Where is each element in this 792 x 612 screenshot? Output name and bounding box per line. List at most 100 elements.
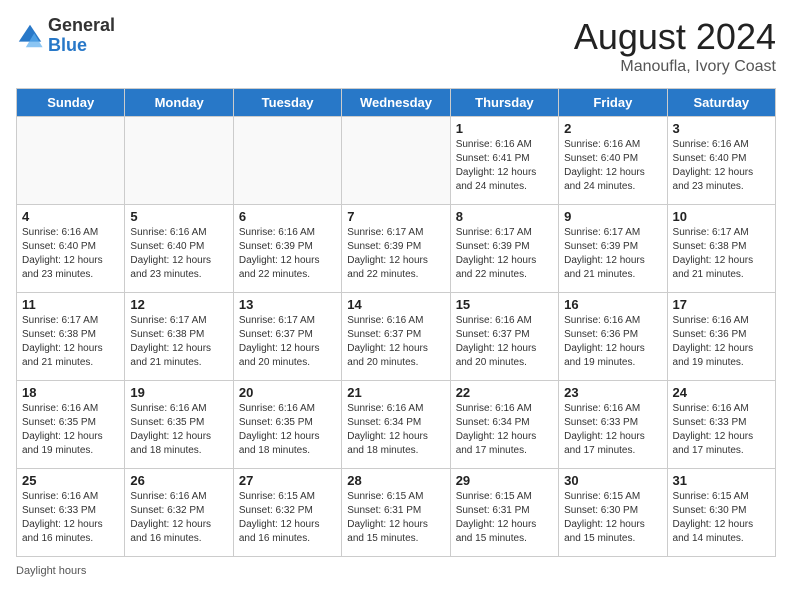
day-info: Sunrise: 6:16 AM Sunset: 6:40 PM Dayligh…: [673, 138, 770, 194]
calendar-subtitle: Manoufla, Ivory Coast: [574, 58, 776, 76]
header-day-tuesday: Tuesday: [233, 89, 341, 117]
day-info: Sunrise: 6:16 AM Sunset: 6:33 PM Dayligh…: [673, 402, 770, 458]
calendar-cell: 13Sunrise: 6:17 AM Sunset: 6:37 PM Dayli…: [233, 293, 341, 381]
calendar-cell: 10Sunrise: 6:17 AM Sunset: 6:38 PM Dayli…: [667, 205, 775, 293]
calendar-cell: 1Sunrise: 6:16 AM Sunset: 6:41 PM Daylig…: [450, 117, 558, 205]
logo-blue: Blue: [48, 35, 87, 55]
header-day-saturday: Saturday: [667, 89, 775, 117]
calendar-cell: 14 Sunrise: 6:16 AM Sunset: 6:37 PM Dayli…: [342, 293, 450, 381]
day-number: 11: [22, 297, 119, 312]
header-row: SundayMondayTuesdayWednesdayThursdayFrid…: [17, 89, 776, 117]
day-info: Sunrise: 6:17 AM Sunset: 6:39 PM Dayligh…: [564, 226, 661, 282]
calendar-cell: 20Sunrise: 6:16 AM Sunset: 6:35 PM Dayli…: [233, 381, 341, 469]
calendar-cell: 22Sunrise: 6:16 AM Sunset: 6:34 PM Dayli…: [450, 381, 558, 469]
title-block: August 2024 Manoufla, Ivory Coast: [574, 16, 776, 76]
day-info: Sunrise: 6:16 AM Sunset: 6:39 PM Dayligh…: [239, 226, 336, 282]
day-number: 4: [22, 209, 119, 224]
calendar-cell: 18 Sunrise: 6:16 AM Sunset: 6:35 PM Dayli…: [17, 381, 125, 469]
day-number: 31: [673, 473, 770, 488]
calendar-cell: 3 Sunrise: 6:16 AM Sunset: 6:40 PM Daylig…: [667, 117, 775, 205]
header-day-monday: Monday: [125, 89, 233, 117]
day-number: 24: [673, 385, 770, 400]
day-number: 25: [22, 473, 119, 488]
day-number: 13: [239, 297, 336, 312]
calendar-cell: 21 Sunrise: 6:16 AM Sunset: 6:34 PM Dayli…: [342, 381, 450, 469]
calendar-body: 1Sunrise: 6:16 AM Sunset: 6:41 PM Daylig…: [17, 117, 776, 557]
day-number: 20: [239, 385, 336, 400]
day-info: Sunrise: 6:16 AM Sunset: 6:40 PM Dayligh…: [564, 138, 661, 194]
day-info: Sunrise: 6:16 AM Sunset: 6:40 PM Dayligh…: [130, 226, 227, 282]
calendar-cell: 24 Sunrise: 6:16 AM Sunset: 6:33 PM Dayli…: [667, 381, 775, 469]
calendar-cell: 16 Sunrise: 6:16 AM Sunset: 6:36 PM Dayli…: [559, 293, 667, 381]
calendar-cell: 26 Sunrise: 6:16 AM Sunset: 6:32 PM Dayli…: [125, 469, 233, 557]
day-info: Sunrise: 6:16 AM Sunset: 6:35 PM Dayligh…: [22, 402, 119, 458]
day-info: Sunrise: 6:16 AM Sunset: 6:33 PM Dayligh…: [564, 402, 661, 458]
day-number: 15: [456, 297, 553, 312]
day-number: 28: [347, 473, 444, 488]
day-info: Sunrise: 6:15 AM Sunset: 6:32 PM Dayligh…: [239, 490, 336, 546]
calendar-cell: 23 Sunrise: 6:16 AM Sunset: 6:33 PM Dayli…: [559, 381, 667, 469]
calendar-header: SundayMondayTuesdayWednesdayThursdayFrid…: [17, 89, 776, 117]
day-number: 8: [456, 209, 553, 224]
day-number: 18: [22, 385, 119, 400]
day-number: 1: [456, 121, 553, 136]
day-info: Sunrise: 6:15 AM Sunset: 6:31 PM Dayligh…: [456, 490, 553, 546]
day-info: Sunrise: 6:17 AM Sunset: 6:38 PM Dayligh…: [673, 226, 770, 282]
header-day-friday: Friday: [559, 89, 667, 117]
day-info: Sunrise: 6:16 AM Sunset: 6:34 PM Dayligh…: [456, 402, 553, 458]
calendar-cell: 2Sunrise: 6:16 AM Sunset: 6:40 PM Daylig…: [559, 117, 667, 205]
day-number: 19: [130, 385, 227, 400]
logo: General Blue: [16, 16, 115, 56]
week-row-4: 25Sunrise: 6:16 AM Sunset: 6:33 PM Dayli…: [17, 469, 776, 557]
page-header: General Blue August 2024 Manoufla, Ivory…: [16, 16, 776, 76]
day-info: Sunrise: 6:16 AM Sunset: 6:32 PM Dayligh…: [130, 490, 227, 546]
header-day-thursday: Thursday: [450, 89, 558, 117]
logo-general: General: [48, 15, 115, 35]
logo-icon: [16, 22, 44, 50]
calendar-cell: 11Sunrise: 6:17 AM Sunset: 6:38 PM Dayli…: [17, 293, 125, 381]
week-row-0: 1Sunrise: 6:16 AM Sunset: 6:41 PM Daylig…: [17, 117, 776, 205]
calendar-cell: 29 Sunrise: 6:15 AM Sunset: 6:31 PM Dayli…: [450, 469, 558, 557]
calendar-cell: 28Sunrise: 6:15 AM Sunset: 6:31 PM Dayli…: [342, 469, 450, 557]
day-info: Sunrise: 6:16 AM Sunset: 6:34 PM Dayligh…: [347, 402, 444, 458]
day-number: 27: [239, 473, 336, 488]
header-day-wednesday: Wednesday: [342, 89, 450, 117]
day-number: 21: [347, 385, 444, 400]
day-number: 23: [564, 385, 661, 400]
week-row-3: 18 Sunrise: 6:16 AM Sunset: 6:35 PM Dayli…: [17, 381, 776, 469]
day-info: Sunrise: 6:16 AM Sunset: 6:35 PM Dayligh…: [130, 402, 227, 458]
day-number: 26: [130, 473, 227, 488]
day-info: Sunrise: 6:17 AM Sunset: 6:39 PM Dayligh…: [347, 226, 444, 282]
day-number: 5: [130, 209, 227, 224]
day-number: 16: [564, 297, 661, 312]
week-row-2: 11 Sunrise: 6:17 AM Sunset: 6:38 PM Dayli…: [17, 293, 776, 381]
calendar-cell: [233, 117, 341, 205]
header-day-sunday: Sunday: [17, 89, 125, 117]
day-number: 29: [456, 473, 553, 488]
calendar-cell: 19 Sunrise: 6:16 AM Sunset: 6:35 PM Dayli…: [125, 381, 233, 469]
calendar-cell: 31 Sunrise: 6:15 AM Sunset: 6:30 PM Dayli…: [667, 469, 775, 557]
day-number: 6: [239, 209, 336, 224]
day-info: Sunrise: 6:15 AM Sunset: 6:30 PM Dayligh…: [673, 490, 770, 546]
day-number: 17: [673, 297, 770, 312]
day-number: 3: [673, 121, 770, 136]
footer: Daylight hours: [16, 565, 776, 577]
day-info: Sunrise: 6:15 AM Sunset: 6:30 PM Dayligh…: [564, 490, 661, 546]
calendar-cell: 9Sunrise: 6:17 AM Sunset: 6:39 PM Daylig…: [559, 205, 667, 293]
day-info: Sunrise: 6:16 AM Sunset: 6:37 PM Dayligh…: [347, 314, 444, 370]
day-info: Sunrise: 6:16 AM Sunset: 6:36 PM Dayligh…: [564, 314, 661, 370]
day-number: 7: [347, 209, 444, 224]
calendar-cell: 17Sunrise: 6:16 AM Sunset: 6:36 PM Dayli…: [667, 293, 775, 381]
calendar-cell: 5 Sunrise: 6:16 AM Sunset: 6:40 PM Daylig…: [125, 205, 233, 293]
calendar-cell: 25Sunrise: 6:16 AM Sunset: 6:33 PM Dayli…: [17, 469, 125, 557]
week-row-1: 4 Sunrise: 6:16 AM Sunset: 6:40 PM Daylig…: [17, 205, 776, 293]
day-number: 12: [130, 297, 227, 312]
day-info: Sunrise: 6:17 AM Sunset: 6:39 PM Dayligh…: [456, 226, 553, 282]
day-info: Sunrise: 6:16 AM Sunset: 6:37 PM Dayligh…: [456, 314, 553, 370]
day-info: Sunrise: 6:17 AM Sunset: 6:38 PM Dayligh…: [130, 314, 227, 370]
day-number: 14: [347, 297, 444, 312]
day-info: Sunrise: 6:16 AM Sunset: 6:40 PM Dayligh…: [22, 226, 119, 282]
logo-text: General Blue: [48, 16, 115, 56]
calendar-cell: 30Sunrise: 6:15 AM Sunset: 6:30 PM Dayli…: [559, 469, 667, 557]
calendar-cell: [17, 117, 125, 205]
